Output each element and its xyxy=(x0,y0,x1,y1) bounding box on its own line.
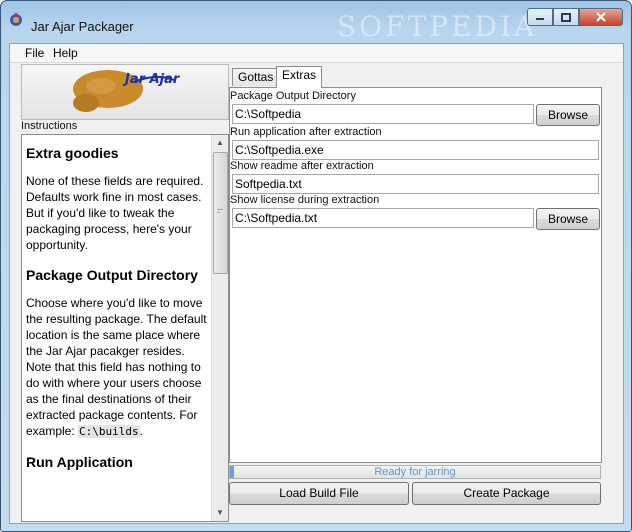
logo-banner: Jar Ajar xyxy=(21,64,229,120)
output-directory-label: Package Output Directory xyxy=(230,90,356,102)
readme-input[interactable]: Softpedia.txt xyxy=(232,174,599,194)
minimize-button[interactable] xyxy=(527,8,553,26)
menu-bar: File Help xyxy=(10,44,623,63)
run-application-label: Run application after extraction xyxy=(230,126,382,138)
left-panel: Jar Ajar Instructions Extra goodies None… xyxy=(21,64,229,522)
run-application-input[interactable]: C:\Softpedia.exe xyxy=(232,140,599,160)
client-area: File Help Jar Ajar Instructions Extra go… xyxy=(9,43,624,524)
browse-license-button[interactable]: Browse xyxy=(536,208,600,230)
logo-text: Jar Ajar xyxy=(122,72,181,87)
instructions-scrollbar[interactable]: ▲ --- ▼ xyxy=(211,135,228,521)
browse-output-button[interactable]: Browse xyxy=(536,104,600,126)
tab-extras[interactable]: Extras xyxy=(276,66,323,88)
readme-label: Show readme after extraction xyxy=(230,160,374,172)
output-directory-text: Choose where you'd like to move the resu… xyxy=(26,296,207,438)
instructions-pane[interactable]: Extra goodies None of these fields are r… xyxy=(21,134,229,522)
close-button[interactable] xyxy=(579,8,623,26)
instructions-heading-output-directory: Package Output Directory xyxy=(26,267,198,283)
license-label: Show license during extraction xyxy=(230,194,380,206)
instructions-heading-extra-goodies: Extra goodies xyxy=(26,145,119,161)
code-example: C:\builds xyxy=(78,425,140,438)
app-window: Jar Ajar Packager SOFTPEDIA File Help Ja… xyxy=(0,0,632,532)
tab-gottas[interactable]: Gottas xyxy=(232,68,280,86)
jar-ajar-logo: Jar Ajar xyxy=(73,70,181,112)
code-suffix: . xyxy=(139,424,143,438)
scroll-up-icon[interactable]: ▲ xyxy=(212,135,228,151)
caption-buttons xyxy=(527,8,623,28)
watermark-text: SOFTPEDIA xyxy=(337,10,538,43)
load-build-file-button[interactable]: Load Build File xyxy=(229,482,409,505)
maximize-button[interactable] xyxy=(553,8,579,26)
window-title: Jar Ajar Packager xyxy=(31,19,134,34)
instructions-heading-run-application: Run Application xyxy=(26,454,133,470)
title-bar[interactable]: Jar Ajar Packager SOFTPEDIA xyxy=(7,6,625,43)
app-icon xyxy=(10,13,22,26)
status-bar: Ready for jarring xyxy=(229,465,601,479)
minimize-icon xyxy=(536,18,544,20)
extras-tab-panel: Package Output Directory C:\Softpedia Br… xyxy=(229,87,602,463)
status-text: Ready for jarring xyxy=(374,466,456,478)
progress-fill xyxy=(230,466,234,478)
scroll-down-icon[interactable]: ▼ xyxy=(212,505,228,521)
grip-icon: --- xyxy=(217,204,223,217)
instructions-label: Instructions xyxy=(21,120,78,132)
right-panel: Gottas Extras Package Output Directory C… xyxy=(229,64,606,520)
license-input[interactable]: C:\Softpedia.txt xyxy=(232,208,534,228)
instructions-paragraph-intro: None of these fields are required. Defau… xyxy=(26,174,204,252)
instructions-paragraph-output-directory: Choose where you'd like to move the resu… xyxy=(26,295,210,440)
maximize-icon xyxy=(561,12,571,22)
create-package-button[interactable]: Create Package xyxy=(412,482,601,505)
output-directory-input[interactable]: C:\Softpedia xyxy=(232,104,534,124)
instructions-content: Extra goodies None of these fields are r… xyxy=(26,141,210,482)
scroll-thumb[interactable]: --- xyxy=(213,152,228,274)
close-icon xyxy=(596,12,606,22)
menu-help[interactable]: Help xyxy=(53,46,78,60)
menu-file[interactable]: File xyxy=(25,46,44,60)
